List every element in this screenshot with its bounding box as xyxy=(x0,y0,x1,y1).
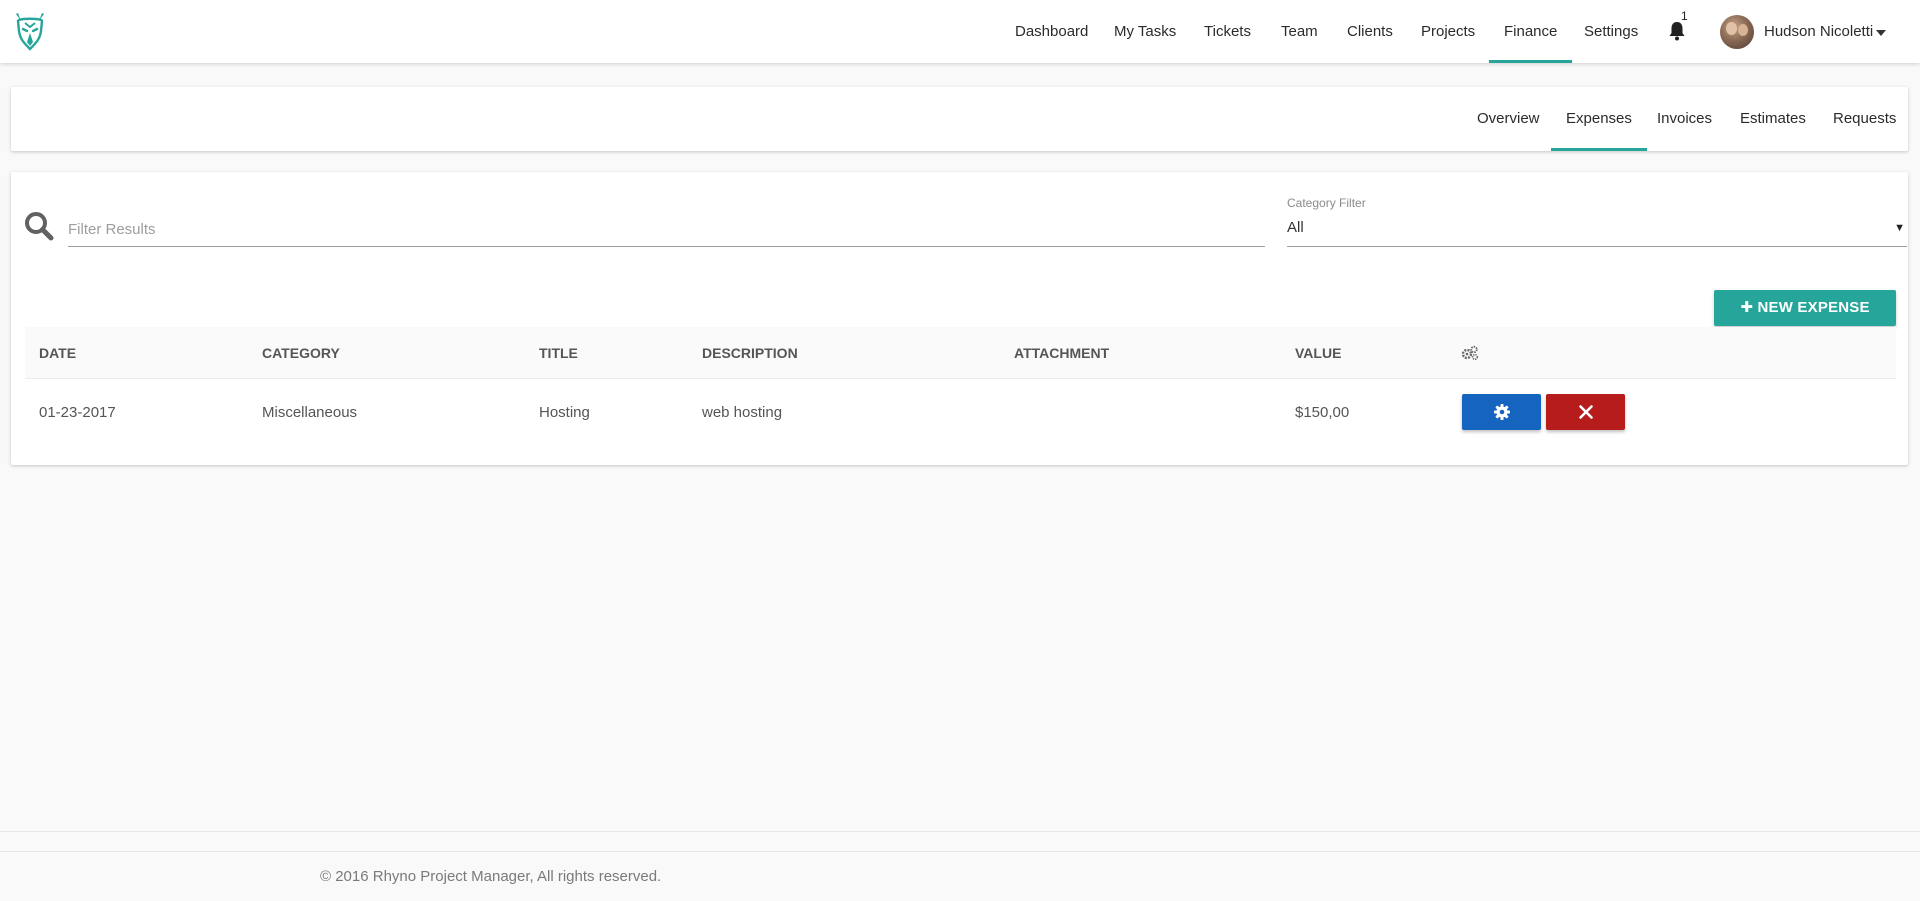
tab-estimates[interactable]: Estimates xyxy=(1740,87,1806,151)
nav-my-tasks[interactable]: My Tasks xyxy=(1114,0,1176,63)
nav-dashboard[interactable]: Dashboard xyxy=(1015,0,1088,63)
tab-overview[interactable]: Overview xyxy=(1477,87,1540,151)
rhino-logo-icon[interactable] xyxy=(8,9,52,53)
user-avatar[interactable] xyxy=(1720,15,1754,49)
category-filter-select[interactable]: All ▼ xyxy=(1287,212,1907,247)
nav-projects[interactable]: Projects xyxy=(1421,0,1475,63)
column-category[interactable]: CATEGORY xyxy=(262,327,340,379)
search-icon xyxy=(25,212,54,241)
caret-down-icon: ▼ xyxy=(1894,222,1905,234)
filter-results-input[interactable] xyxy=(68,212,1265,247)
expenses-card: Category Filter All ▼ ✚ NEW EXPENSE DATE… xyxy=(11,172,1908,465)
notification-count: 1 xyxy=(1681,9,1688,23)
nav-clients[interactable]: Clients xyxy=(1347,0,1393,63)
new-expense-label: NEW EXPENSE xyxy=(1757,299,1870,316)
nav-finance[interactable]: Finance xyxy=(1488,0,1573,63)
column-description[interactable]: DESCRIPTION xyxy=(702,327,798,379)
column-attachment[interactable]: ATTACHMENT xyxy=(1014,327,1109,379)
category-filter-value: All xyxy=(1287,219,1304,236)
column-title[interactable]: TITLE xyxy=(539,327,578,379)
tab-requests[interactable]: Requests xyxy=(1833,87,1896,151)
cell-date: 01-23-2017 xyxy=(39,404,116,421)
cell-description: web hosting xyxy=(702,404,783,421)
gears-icon xyxy=(1461,345,1479,361)
cell-title: Hosting xyxy=(539,404,590,421)
footer-divider xyxy=(0,831,1920,832)
tab-expenses[interactable]: Expenses xyxy=(1551,87,1647,151)
user-name[interactable]: Hudson Nicoletti xyxy=(1764,0,1873,63)
column-value[interactable]: VALUE xyxy=(1295,327,1341,379)
table-row: 01-23-2017 Miscellaneous Hosting web hos… xyxy=(25,380,1896,446)
footer-divider xyxy=(0,851,1920,852)
gear-icon xyxy=(1494,404,1510,420)
cell-value: $150,00 xyxy=(1295,404,1350,421)
category-filter-label: Category Filter xyxy=(1287,196,1366,210)
nav-settings[interactable]: Settings xyxy=(1584,0,1638,63)
notification-bell-icon[interactable] xyxy=(1668,21,1686,41)
cell-category: Miscellaneous xyxy=(262,404,358,421)
column-date[interactable]: DATE xyxy=(39,327,76,379)
tab-invoices[interactable]: Invoices xyxy=(1657,87,1712,151)
close-icon xyxy=(1579,405,1593,419)
nav-tickets[interactable]: Tickets xyxy=(1204,0,1251,63)
delete-expense-button[interactable] xyxy=(1546,394,1625,430)
footer-copyright: © 2016 Rhyno Project Manager, All rights… xyxy=(320,868,662,885)
plus-icon: ✚ xyxy=(1740,299,1758,316)
edit-expense-button[interactable] xyxy=(1462,394,1541,430)
chevron-down-icon[interactable] xyxy=(1876,30,1886,36)
nav-team[interactable]: Team xyxy=(1281,0,1318,63)
finance-subnav: Overview Expenses Invoices Estimates Req… xyxy=(11,87,1908,151)
new-expense-button[interactable]: ✚ NEW EXPENSE xyxy=(1714,290,1896,326)
top-navbar: Dashboard My Tasks Tickets Team Clients … xyxy=(0,0,1920,63)
table-header: DATE CATEGORY TITLE DESCRIPTION ATTACHME… xyxy=(25,327,1896,379)
